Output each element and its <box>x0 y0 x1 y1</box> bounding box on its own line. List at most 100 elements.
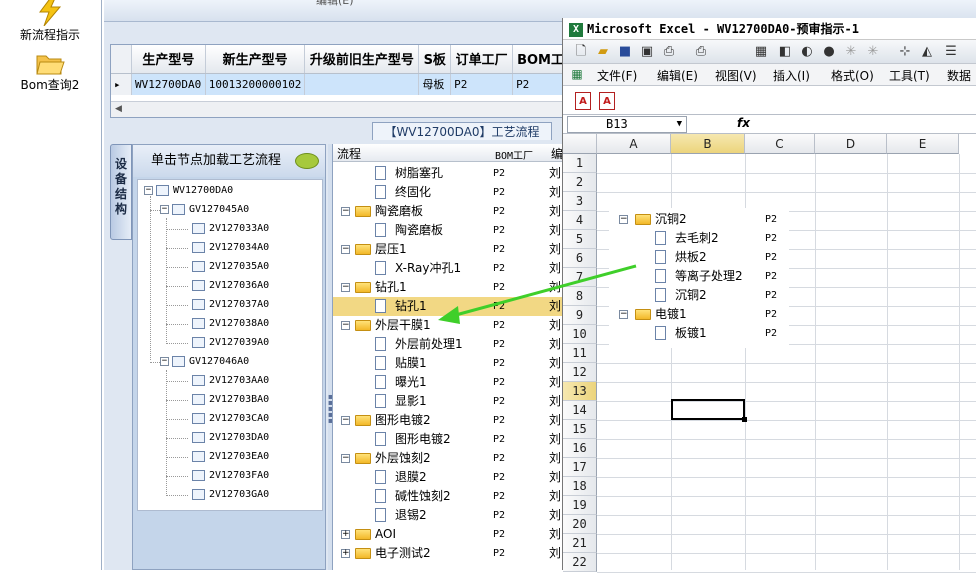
expand-toggle-icon[interactable]: + <box>341 549 350 558</box>
grid-header-order-factory[interactable]: 订单工厂 <box>450 45 514 74</box>
row-header[interactable]: 4 <box>563 211 597 230</box>
row-header[interactable]: 5 <box>563 230 597 249</box>
expand-toggle-icon[interactable]: − <box>341 321 350 330</box>
process-row[interactable]: X-Ray冲孔1 P2 刘 <box>333 259 563 278</box>
tree-leaf-node[interactable]: 2V12703BA0 <box>192 391 269 409</box>
row-header[interactable]: 15 <box>563 420 597 439</box>
menu-data[interactable]: 数据 <box>947 67 971 84</box>
process-row[interactable]: 退锡2 P2 刘 <box>333 506 563 525</box>
row-header[interactable]: 19 <box>563 496 597 515</box>
column-header[interactable]: E <box>887 134 959 154</box>
process-header-bom[interactable]: BOM工厂 <box>495 147 533 162</box>
row-header[interactable]: 18 <box>563 477 597 496</box>
grid-cell[interactable]: 母板 <box>418 73 452 95</box>
process-row[interactable]: 贴膜1 P2 刘 <box>333 354 563 373</box>
bring-forward-icon[interactable]: ◧ <box>777 44 793 60</box>
equipment-structure-tab[interactable]: 设备结构 <box>110 144 132 240</box>
row-header[interactable]: 11 <box>563 344 597 363</box>
grid-header-old-model[interactable]: 升级前旧生产型号 <box>304 45 420 74</box>
row-header[interactable]: 2 <box>563 173 597 192</box>
tree-leaf-node[interactable]: 2V12703EA0 <box>192 448 269 466</box>
row-header[interactable]: 6 <box>563 249 597 268</box>
process-row[interactable]: 陶瓷磨板 P2 刘 <box>333 221 563 240</box>
process-row[interactable]: 显影1 P2 刘 <box>333 392 563 411</box>
bom-query-button[interactable]: Bom查询2 <box>0 52 100 93</box>
grid-header-s-board[interactable]: S板 <box>418 45 452 74</box>
worksheet[interactable]: A B C D E 1 2 3 4 5 6 7 8 9 10 11 12 13 14 15 16 17 18 19 20 21 22… <box>563 134 976 573</box>
process-header-flow[interactable]: 流程 <box>337 145 361 162</box>
grid-cell[interactable] <box>304 73 420 95</box>
pdf-email-icon[interactable]: A <box>599 92 615 110</box>
grid-header-new-model[interactable]: 新生产型号 <box>205 45 306 74</box>
menu-view[interactable]: 视图(V) <box>715 67 757 84</box>
asterisk-alt-icon[interactable]: ✳ <box>865 44 881 60</box>
row-header[interactable]: 8 <box>563 287 597 306</box>
grid-cell[interactable]: P2 <box>512 73 569 95</box>
grid-cell[interactable]: P2 <box>450 73 514 95</box>
row-header[interactable]: 21 <box>563 534 597 553</box>
grid-cell[interactable]: 10013200000102 <box>205 73 306 95</box>
tree-leaf-node[interactable]: 2V127036A0 <box>192 277 269 295</box>
process-row[interactable]: 碱性蚀刻2 P2 刘 <box>333 487 563 506</box>
select-all-corner[interactable] <box>563 134 597 154</box>
chevron-down-icon[interactable]: ▼ <box>677 117 682 132</box>
tree-group-node[interactable]: − GV127046A0 <box>160 353 249 371</box>
shape-icon[interactable]: ◐ <box>799 44 815 60</box>
print-icon[interactable]: ⎙ <box>693 44 709 60</box>
triangle-icon[interactable]: ◭ <box>919 44 935 60</box>
circle-icon[interactable]: ● <box>821 44 837 60</box>
tree-leaf-node[interactable]: 2V127038A0 <box>192 315 269 333</box>
selected-cell[interactable] <box>671 399 747 422</box>
scroll-left-icon[interactable]: ◀ <box>115 104 122 114</box>
tree-leaf-node[interactable]: 2V12703DA0 <box>192 429 269 447</box>
expand-toggle-icon[interactable]: − <box>341 207 350 216</box>
row-header[interactable]: 20 <box>563 515 597 534</box>
tree-leaf-node[interactable]: 2V12703AA0 <box>192 372 269 390</box>
process-row[interactable]: 钻孔1 P2 刘 <box>333 297 563 316</box>
tree-leaf-node[interactable]: 2V127033A0 <box>192 220 269 238</box>
insert-picture-icon[interactable]: ▦ <box>753 44 769 60</box>
tree-leaf-node[interactable]: 2V12703GA0 <box>192 486 269 504</box>
process-row[interactable]: − 陶瓷磨板 P2 刘 <box>333 202 563 221</box>
grid-cell[interactable]: WV12700DA0 <box>131 73 206 95</box>
process-row[interactable]: − 层压1 P2 刘 <box>333 240 563 259</box>
process-row[interactable]: 图形电镀2 P2 刘 <box>333 430 563 449</box>
row-header[interactable]: 14 <box>563 401 597 420</box>
collapse-icon[interactable]: − <box>144 185 153 195</box>
process-row[interactable]: 树脂塞孔 P2 刘 <box>333 164 563 183</box>
process-row[interactable]: 终固化 P2 刘 <box>333 183 563 202</box>
process-row[interactable]: − 钻孔1 P2 刘 <box>333 278 563 297</box>
row-header[interactable]: 9 <box>563 306 597 325</box>
fill-handle[interactable] <box>742 417 747 422</box>
collapse-icon[interactable]: − <box>160 204 169 214</box>
menu-format[interactable]: 格式(O) <box>831 67 874 84</box>
permission-icon[interactable]: ▣ <box>639 44 655 60</box>
expand-toggle-icon[interactable]: − <box>341 454 350 463</box>
tree-leaf-node[interactable]: 2V127039A0 <box>192 334 269 352</box>
process-row[interactable]: + 电子测试2 P2 刘 <box>333 544 563 563</box>
row-header[interactable]: 17 <box>563 458 597 477</box>
process-row[interactable]: 曝光1 P2 刘 <box>333 373 563 392</box>
row-header[interactable]: 13 <box>563 382 597 401</box>
process-row[interactable]: − 图形电镀2 P2 刘 <box>333 411 563 430</box>
menu-file[interactable]: 文件(F) <box>597 67 637 84</box>
column-header[interactable]: D <box>815 134 887 154</box>
sheet-icon[interactable]: ▦ <box>569 66 585 82</box>
open-folder-icon[interactable]: ▰ <box>595 44 611 60</box>
expand-toggle-icon[interactable]: − <box>341 245 350 254</box>
tree-leaf-node[interactable]: 2V127037A0 <box>192 296 269 314</box>
process-row[interactable]: 外层前处理1 P2 刘 <box>333 335 563 354</box>
process-row[interactable]: − 外层蚀刻2 P2 刘 <box>333 449 563 468</box>
asterisk-icon[interactable]: ✳ <box>843 44 859 60</box>
expand-toggle-icon[interactable]: − <box>341 416 350 425</box>
tree-group-node[interactable]: − GV127045A0 <box>160 201 249 219</box>
grid-header-bom[interactable]: BOM工 <box>512 45 569 74</box>
crop-icon[interactable]: ⊹ <box>897 44 913 60</box>
row-header[interactable]: 16 <box>563 439 597 458</box>
tree-leaf-node[interactable]: 2V127035A0 <box>192 258 269 276</box>
row-header[interactable]: 10 <box>563 325 597 344</box>
new-flow-instruction-button[interactable]: 新流程指示 <box>0 0 100 43</box>
pdf-convert-icon[interactable]: A <box>575 92 591 110</box>
row-header[interactable]: 12 <box>563 363 597 382</box>
menu-insert[interactable]: 插入(I) <box>773 67 810 84</box>
